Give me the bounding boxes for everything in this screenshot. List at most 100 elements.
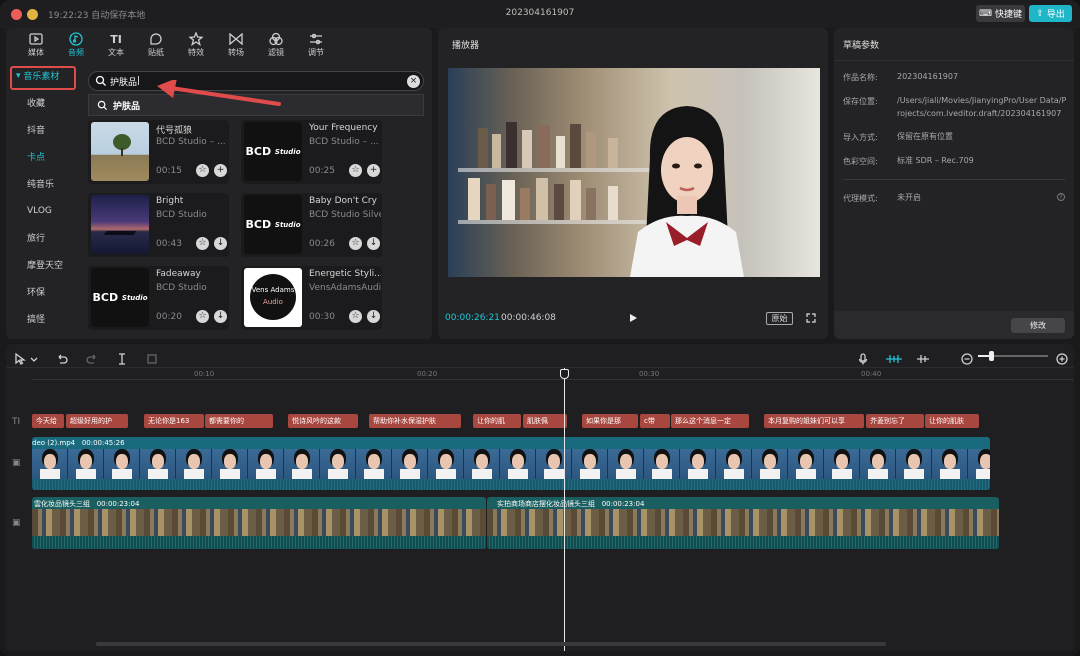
video-preview[interactable] — [448, 68, 820, 277]
music-title: Energetic Styli... — [309, 269, 381, 279]
search-value: 护肤品 — [110, 77, 138, 88]
tab-audio[interactable]: 音频 — [56, 28, 96, 62]
playhead-line[interactable] — [564, 368, 565, 651]
favorite-star-button[interactable]: ☆ — [349, 237, 362, 250]
filter-icon — [268, 32, 284, 46]
add-music-button[interactable]: + — [214, 164, 227, 177]
clip-label: 雲化妆品镜头三组 00:00:23:04 — [34, 499, 139, 509]
split-icon[interactable] — [116, 350, 128, 365]
redo-icon[interactable] — [86, 350, 98, 364]
timeline-ruler[interactable]: 00:10 00:20 00:30 00:40 — [32, 368, 1074, 380]
text-segment[interactable]: 让你的肌肤 — [925, 414, 979, 428]
fullscreen-icon[interactable] — [806, 313, 816, 323]
music-category-sidebar: ▾ 音乐素材 收藏 抖音 卡点 纯音乐 VLOG 旅行 摩登天空 环保 搞怪 — [6, 62, 84, 339]
music-card[interactable]: BCD Studio Your Frequency BCD Studio – .… — [241, 120, 382, 184]
audio-waveform — [32, 536, 486, 549]
sidebar-item-favorites[interactable]: 收藏 — [6, 89, 84, 116]
select-cursor-icon[interactable] — [14, 350, 26, 365]
timeline-horizontal-scrollbar[interactable] — [96, 642, 886, 646]
draft-row-value: /Users/jiali/Movies/JianyingPro/User Dat… — [897, 96, 1067, 118]
text-segment[interactable]: 都需要你的 — [205, 414, 273, 428]
current-time: 00:00:26:21 — [445, 313, 500, 323]
tab-sticker[interactable]: 贴纸 — [136, 28, 176, 62]
shortcut-button[interactable]: ⌨ 快捷键 — [976, 5, 1025, 22]
music-card[interactable]: 代号孤狼 BCD Studio – ... 00:15 ☆ + — [88, 120, 229, 184]
modify-button[interactable]: 修改 — [1011, 318, 1065, 333]
music-card[interactable]: BCD Studio Baby Don't Cry BCD Studio Sil… — [241, 193, 382, 257]
text-segment[interactable]: 悦诗风吟的这款 — [288, 414, 358, 428]
sidebar-item-travel[interactable]: 旅行 — [6, 224, 84, 251]
ruler-label: 00:20 — [417, 370, 438, 378]
download-music-button[interactable]: ↓ — [214, 237, 227, 250]
music-card[interactable]: BCD Studio Fadeaway BCD Studio 00:20 ☆ ↓ — [88, 266, 229, 330]
music-artist: BCD Studio — [156, 283, 207, 293]
sidebar-item-douyin[interactable]: 抖音 — [6, 116, 84, 143]
favorite-star-button[interactable]: ☆ — [196, 237, 209, 250]
music-card[interactable]: Vens Adams Audio Energetic Styli... Vens… — [241, 266, 382, 330]
tab-effects[interactable]: 特效 — [176, 28, 216, 62]
tab-adjust[interactable]: 调节 — [296, 28, 336, 62]
favorite-star-button[interactable]: ☆ — [349, 164, 362, 177]
text-segment[interactable]: 今天给 — [32, 414, 64, 428]
text-segment[interactable]: 芥菱别忘了 — [866, 414, 924, 428]
music-duration: 00:30 — [309, 312, 335, 322]
microphone-icon[interactable] — [857, 350, 869, 365]
play-icon[interactable] — [628, 313, 638, 323]
text-segment[interactable]: 让你的肌 — [473, 414, 521, 428]
text-segment[interactable]: 如果你是那 — [582, 414, 638, 428]
sidebar-item-modern-sky[interactable]: 摩登天空 — [6, 251, 84, 278]
divider — [834, 60, 1074, 61]
tab-label: 音频 — [68, 48, 84, 57]
add-music-button[interactable]: + — [367, 164, 380, 177]
favorite-star-button[interactable]: ☆ — [196, 310, 209, 323]
magnet-snap-icon[interactable] — [885, 350, 903, 363]
tab-transition[interactable]: 转场 — [216, 28, 256, 62]
music-thumbnail-pier — [91, 195, 149, 254]
zoom-slider-handle[interactable] — [989, 351, 994, 361]
aspect-ratio-button[interactable]: 原始 — [766, 312, 793, 325]
text-segment[interactable]: 无论你是163 — [144, 414, 204, 428]
playhead-handle[interactable] — [560, 369, 569, 379]
player-title: 播放器 — [452, 41, 480, 51]
text-segment[interactable]: 肌肤佩 — [523, 414, 567, 428]
timeline-panel: 00:10 00:20 00:30 00:40 TI 今天给 超级好用的护 无论… — [6, 344, 1074, 651]
clip-duration: 00:00:23:04 — [96, 500, 140, 508]
music-title: Baby Don't Cry — [309, 196, 377, 206]
text-segment[interactable]: c带 — [640, 414, 670, 428]
tab-label: 转场 — [228, 48, 244, 57]
main-video-clip[interactable]: deo (2).mp4 00:00:45:26 — [32, 437, 990, 490]
zoom-in-icon[interactable] — [1056, 350, 1068, 365]
sidebar-item-vlog[interactable]: VLOG — [6, 197, 84, 224]
tab-filter[interactable]: 滤镜 — [256, 28, 296, 62]
bcd-logo-sub: Studio — [274, 220, 301, 229]
timeline-toolbar — [6, 344, 1074, 368]
text-segment[interactable]: 超级好用的护 — [66, 414, 128, 428]
sidebar-item-funny[interactable]: 搞怪 — [6, 305, 84, 332]
download-music-button[interactable]: ↓ — [367, 310, 380, 323]
download-music-button[interactable]: ↓ — [367, 237, 380, 250]
export-button[interactable]: ⇪ 导出 — [1029, 5, 1072, 22]
favorite-star-button[interactable]: ☆ — [196, 164, 209, 177]
tab-media[interactable]: 媒体 — [16, 28, 56, 62]
tab-label: 滤镜 — [268, 48, 284, 57]
text-segment[interactable]: 那么这个消息一定 — [671, 414, 749, 428]
delete-icon[interactable] — [146, 350, 158, 364]
search-icon — [95, 75, 106, 86]
presenter-image — [630, 106, 744, 277]
text-segment[interactable]: 帮助你补水保湿护肤 — [369, 414, 461, 428]
clear-search-button[interactable]: × — [407, 75, 420, 88]
sidebar-item-beat[interactable]: 卡点 — [6, 143, 84, 170]
zoom-out-icon[interactable] — [961, 350, 973, 365]
sidebar-item-eco[interactable]: 环保 — [6, 278, 84, 305]
undo-icon[interactable] — [56, 350, 68, 364]
help-icon[interactable]: ? — [1057, 193, 1065, 201]
favorite-star-button[interactable]: ☆ — [349, 310, 362, 323]
chevron-down-icon[interactable] — [30, 350, 38, 362]
music-card[interactable]: Bright BCD Studio 00:43 ☆ ↓ — [88, 193, 229, 257]
text-segment[interactable]: 本月复购的姐妹们可以享 — [764, 414, 864, 428]
download-music-button[interactable]: ↓ — [214, 310, 227, 323]
link-icon[interactable] — [916, 350, 929, 363]
broll-clip[interactable]: 雲化妆品镜头三组 00:00:23:04 — [32, 497, 486, 549]
sidebar-item-pure-music[interactable]: 纯音乐 — [6, 170, 84, 197]
tab-text[interactable]: TI 文本 — [96, 28, 136, 62]
